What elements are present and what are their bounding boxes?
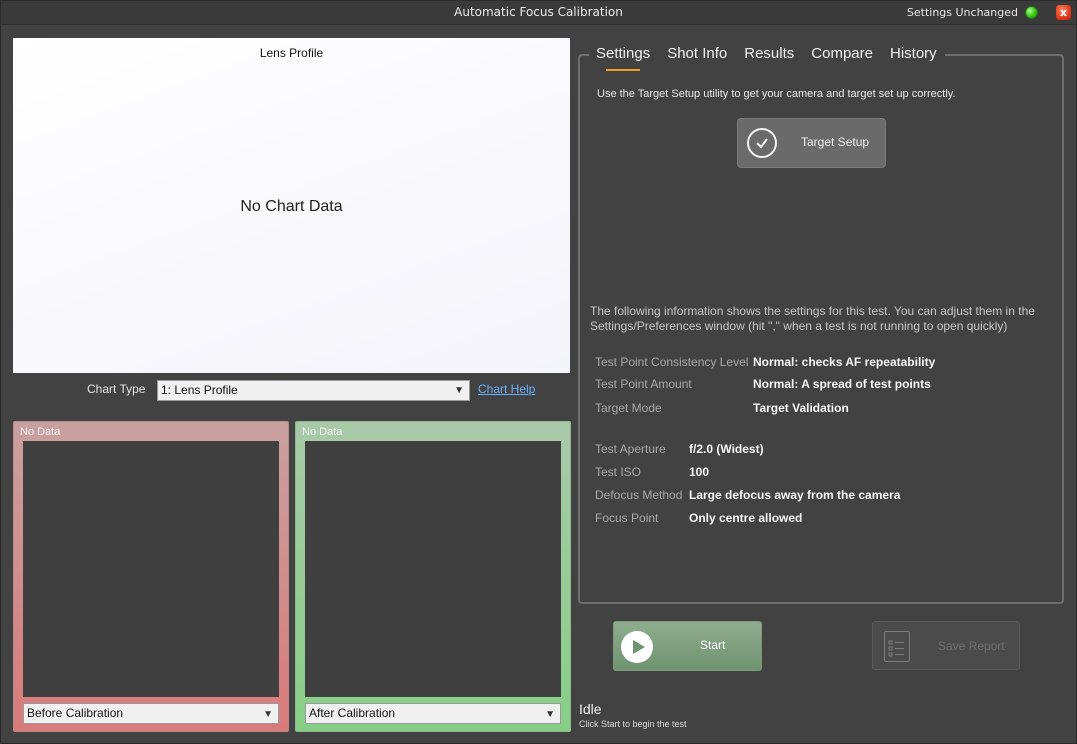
tab-shot-info[interactable]: Shot Info (667, 45, 727, 67)
before-calibration-panel: No Data Before Calibration ▼ (13, 421, 289, 732)
setting-key: Test Point Consistency Level (595, 355, 749, 369)
check-circle-icon (747, 128, 777, 158)
save-report-button[interactable]: Save Report (872, 621, 1020, 670)
chevron-down-icon: ▼ (454, 385, 464, 396)
tab-compare[interactable]: Compare (811, 45, 873, 67)
chart-type-select[interactable]: 1: Lens Profile ▼ (157, 380, 470, 401)
before-image-area (23, 441, 279, 697)
play-icon (621, 631, 653, 663)
settings-status-text: Settings Unchanged (906, 6, 1018, 19)
after-calibration-select[interactable]: After Calibration ▼ (305, 703, 561, 724)
tab-history[interactable]: History (890, 45, 937, 67)
setting-key: Defocus Method (595, 488, 683, 502)
after-calibration-panel: No Data After Calibration ▼ (295, 421, 571, 732)
after-status-label: No Data (302, 426, 343, 438)
title-bar: Automatic Focus Calibration Settings Unc… (1, 1, 1076, 25)
before-status-label: No Data (20, 426, 61, 438)
after-image-area (305, 441, 561, 697)
chevron-down-icon: ▼ (545, 709, 555, 720)
setting-value: 100 (689, 465, 710, 479)
start-button[interactable]: Start (613, 621, 762, 671)
tab-settings[interactable]: Settings (596, 45, 650, 71)
chart-type-value: 1: Lens Profile (161, 383, 238, 397)
setting-key: Test ISO (595, 465, 642, 479)
setting-value: Normal: A spread of test points (753, 377, 931, 391)
start-label: Start (700, 638, 726, 652)
setting-key: Test Aperture (595, 442, 666, 456)
tab-bar: Settings Shot Info Results Compare Histo… (589, 45, 945, 71)
lens-profile-chart: Lens Profile No Chart Data (13, 38, 570, 373)
after-select-value: After Calibration (309, 706, 396, 720)
before-select-value: Before Calibration (27, 706, 124, 720)
chart-title: Lens Profile (259, 46, 324, 60)
setting-key: Focus Point (595, 511, 659, 525)
setting-key: Test Point Amount (595, 377, 692, 391)
setting-value: Large defocus away from the camera (689, 488, 901, 502)
setting-value: Normal: checks AF repeatability (753, 355, 936, 369)
report-document-icon (884, 631, 910, 662)
tab-results[interactable]: Results (744, 45, 794, 67)
before-calibration-select[interactable]: Before Calibration ▼ (23, 703, 279, 724)
run-state-message: Click Start to begin the test (579, 719, 687, 729)
save-report-label: Save Report (938, 639, 1005, 653)
setting-value: f/2.0 (Widest) (689, 442, 764, 456)
target-setup-button[interactable]: Target Setup (737, 118, 886, 168)
setting-value: Only centre allowed (689, 511, 803, 525)
target-setup-hint: Use the Target Setup utility to get your… (597, 88, 956, 100)
setting-value: Target Validation (753, 401, 849, 415)
target-setup-label: Target Setup (801, 135, 870, 149)
close-button[interactable]: x (1056, 5, 1071, 20)
run-state-label: Idle (579, 701, 602, 717)
chart-help-link[interactable]: Chart Help (478, 382, 535, 396)
chart-empty-message: No Chart Data (240, 198, 343, 215)
status-light-icon (1025, 6, 1038, 19)
setting-key: Target Mode (595, 401, 662, 415)
chart-type-label: Chart Type (87, 382, 146, 396)
app-window: Automatic Focus Calibration Settings Unc… (0, 0, 1077, 744)
settings-info-text: The following information shows the sett… (590, 304, 1035, 333)
chevron-down-icon: ▼ (263, 709, 273, 720)
